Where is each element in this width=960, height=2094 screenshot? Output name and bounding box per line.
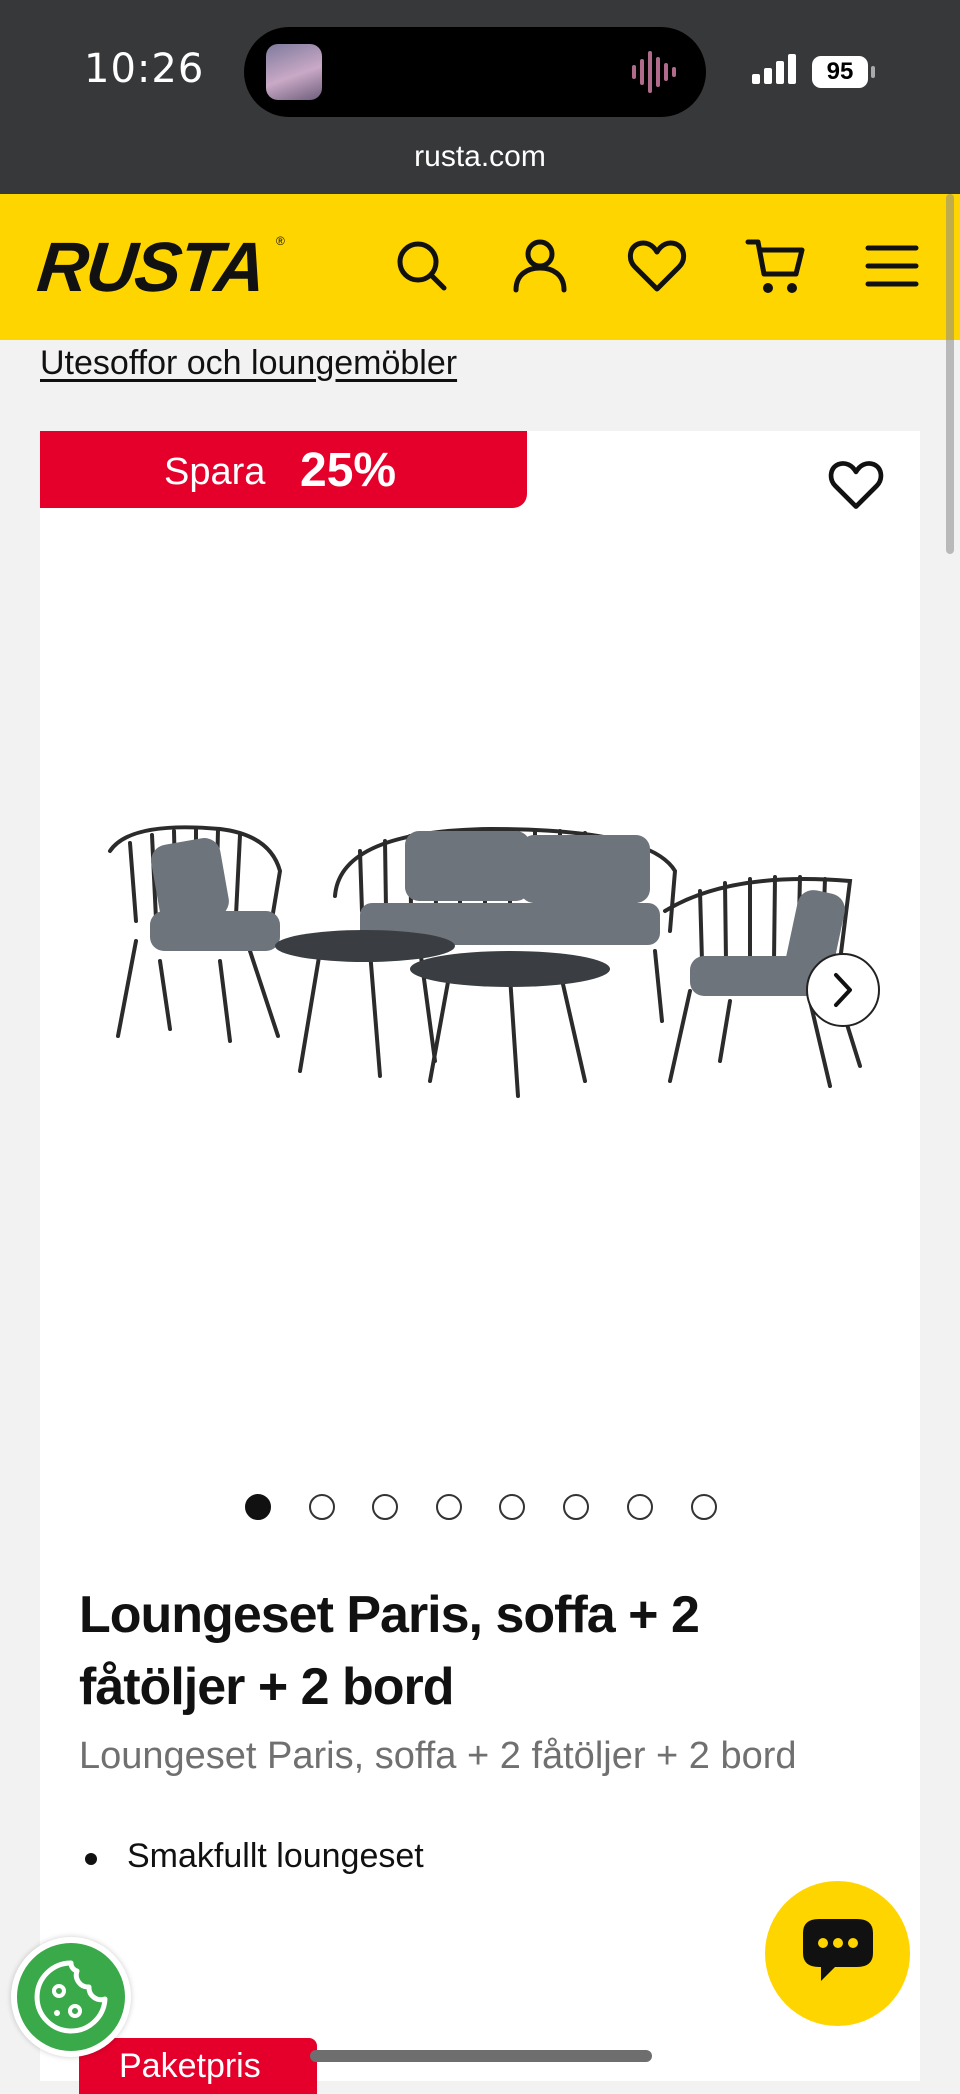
- status-bar: 10:26 95 rusta.com: [0, 0, 960, 194]
- browser-url[interactable]: rusta.com: [0, 140, 960, 174]
- chevron-right-icon: [834, 973, 852, 1007]
- add-to-favorites-button[interactable]: [826, 455, 886, 515]
- site-header: RUSTA ®: [0, 194, 960, 340]
- gallery-dot[interactable]: [436, 1494, 462, 1520]
- chat-bubble-icon: [803, 1919, 873, 1981]
- cart-icon[interactable]: [744, 234, 808, 298]
- gallery-dot[interactable]: [499, 1494, 525, 1520]
- dynamic-island: [244, 27, 706, 117]
- cookie-settings-button[interactable]: [11, 1937, 131, 2057]
- registered-mark: ®: [276, 234, 285, 248]
- feature-item: Smakfullt loungeset: [79, 1837, 424, 1876]
- menu-icon[interactable]: [860, 234, 924, 298]
- now-playing-thumbnail: [266, 44, 322, 100]
- audio-wave-icon: [632, 51, 676, 93]
- product-image[interactable]: [90, 811, 910, 1141]
- feature-list: Smakfullt loungeset: [79, 1837, 424, 1876]
- gallery-dot[interactable]: [563, 1494, 589, 1520]
- home-indicator: [310, 2050, 652, 2062]
- next-image-button[interactable]: [806, 953, 880, 1027]
- rusta-logo[interactable]: RUSTA: [34, 228, 268, 306]
- page-scrollbar[interactable]: [946, 194, 954, 554]
- cellular-signal-icon: [752, 54, 796, 84]
- favorites-icon[interactable]: [625, 234, 689, 298]
- cookie-icon: [34, 1960, 108, 2034]
- account-icon[interactable]: [508, 234, 572, 298]
- gallery-dot[interactable]: [309, 1494, 335, 1520]
- gallery-dot[interactable]: [372, 1494, 398, 1520]
- status-time: 10:26: [84, 46, 205, 92]
- discount-label: Spara: [164, 451, 266, 493]
- gallery-dot[interactable]: [245, 1494, 271, 1520]
- discount-badge: Spara 25%: [40, 431, 527, 508]
- product-title: Loungeset Paris, soffa + 2 fåtöljer + 2 …: [79, 1586, 700, 1716]
- gallery-dot[interactable]: [691, 1494, 717, 1520]
- product-card: Spara 25% Loungeset Paris, soffa + 2 fåt…: [40, 431, 920, 2094]
- product-subtitle: Loungeset Paris, soffa + 2 fåtöljer + 2 …: [79, 1735, 797, 1777]
- gallery-dot[interactable]: [627, 1494, 653, 1520]
- heart-icon: [828, 461, 884, 509]
- battery-icon: 95: [812, 56, 868, 88]
- search-icon[interactable]: [390, 234, 454, 298]
- discount-value: 25%: [300, 444, 397, 497]
- breadcrumb-link[interactable]: Utesoffor och loungemöbler: [40, 344, 457, 383]
- battery-nub: [871, 66, 875, 78]
- chat-button[interactable]: [765, 1881, 910, 2026]
